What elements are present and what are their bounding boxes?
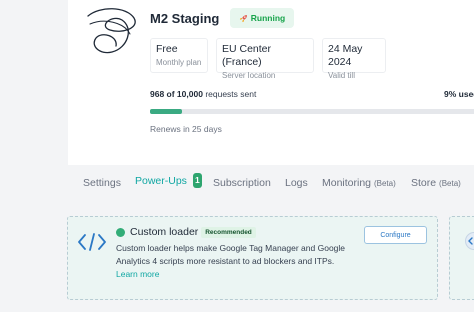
- usage-count: 968 of 10,000: [150, 89, 203, 99]
- tab-power-ups[interactable]: Power-Ups 1: [135, 173, 202, 188]
- configure-button[interactable]: Configure: [364, 226, 427, 244]
- custom-loader-description: Custom loader helps make Google Tag Mana…: [116, 242, 358, 281]
- tab-store-beta: (Beta): [439, 179, 461, 188]
- tab-monitoring-label: Monitoring: [322, 177, 372, 189]
- tab-monitoring[interactable]: Monitoring (Beta): [322, 177, 396, 189]
- location-label: Server location: [222, 71, 276, 80]
- tab-settings[interactable]: Settings: [83, 177, 121, 189]
- tab-subscription-label: Subscription: [213, 177, 271, 189]
- plan-tile: Free Monthly plan: [150, 38, 208, 73]
- tab-power-ups-label: Power-Ups: [135, 175, 187, 187]
- usage-text: 968 of 10,000 requests sent: [150, 89, 256, 99]
- recommended-badge: Recommended: [201, 227, 256, 238]
- power-ups-count-badge: 1: [192, 173, 202, 188]
- plan-value: Free: [156, 43, 178, 55]
- custom-loader-title: Custom loader: [130, 226, 199, 238]
- status-text: Running: [250, 13, 286, 23]
- valid-label: Valid till: [328, 71, 355, 80]
- tab-settings-label: Settings: [83, 177, 121, 189]
- custom-loader-description-text: Custom loader helps make Google Tag Mana…: [116, 243, 346, 266]
- tab-store[interactable]: Store (Beta): [411, 177, 461, 189]
- usage-suffix: requests sent: [205, 89, 257, 99]
- chevron-left-icon: [468, 237, 473, 245]
- learn-more-link[interactable]: Learn more: [116, 269, 159, 279]
- status-badge: Running: [230, 8, 294, 28]
- carousel-next-button[interactable]: [465, 232, 474, 250]
- usage-progress-bar: [150, 109, 474, 114]
- tab-logs[interactable]: Logs: [285, 177, 308, 189]
- renewal-text: Renews in 25 days: [150, 124, 222, 134]
- location-value: EU Center (France): [222, 43, 272, 68]
- logo-icon: [87, 8, 136, 54]
- tab-monitoring-beta: (Beta): [373, 179, 396, 188]
- tab-logs-label: Logs: [285, 177, 308, 189]
- usage-percent: 9% used: [444, 89, 474, 99]
- valid-tile: 24 May 2024 Valid till: [322, 38, 386, 80]
- tab-bar: Settings Power-Ups 1 Subscription Logs M…: [68, 165, 474, 201]
- instance-name: M2 Staging: [150, 11, 220, 26]
- plan-label: Monthly plan: [156, 58, 202, 67]
- tab-subscription[interactable]: Subscription: [213, 177, 271, 189]
- code-icon: [78, 233, 106, 251]
- next-power-up-card: [449, 216, 474, 300]
- rocket-icon: [239, 14, 247, 22]
- location-tile: EU Center (France) Server location: [216, 38, 314, 80]
- usage-progress-fill: [150, 109, 182, 114]
- valid-value: 24 May 2024: [328, 43, 363, 68]
- tab-store-label: Store: [411, 177, 437, 189]
- status-dot: [116, 228, 125, 237]
